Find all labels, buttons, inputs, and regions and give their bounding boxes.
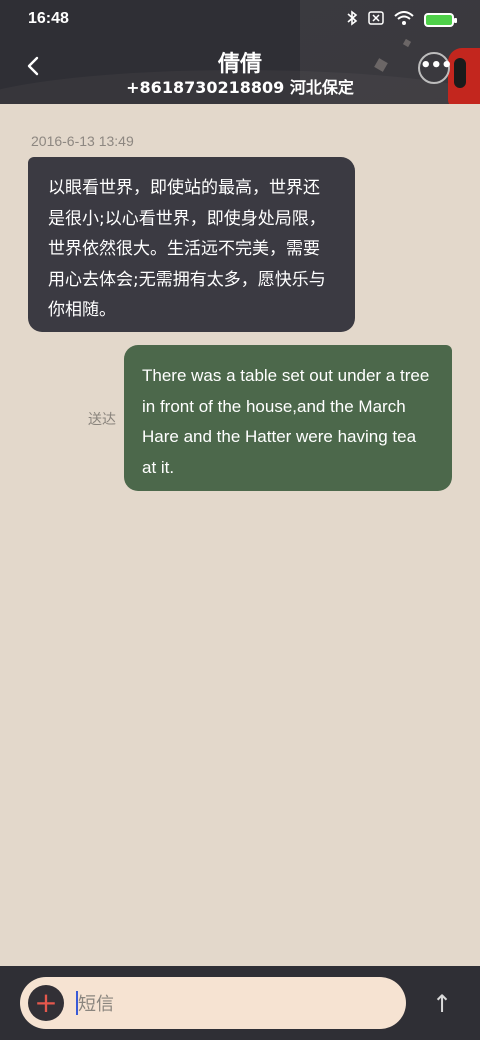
bluetooth-icon — [346, 10, 358, 30]
composer-bar: + 短信 ↑ — [0, 966, 480, 1040]
header-bar: 16:48 倩倩 +8618730218809 河北保定 ••• — [0, 0, 480, 104]
message-input[interactable]: + 短信 — [20, 977, 406, 1029]
contact-number: +8618730218809 河北保定 — [126, 78, 354, 97]
message-timestamp: 2016-6-13 13:49 — [31, 133, 134, 149]
battery-charging-icon — [424, 13, 457, 27]
sim-off-icon — [368, 11, 384, 29]
incoming-message-bubble[interactable]: 以眼看世界，即使站的最高，世界还是很小;以心看世界，即使身处局限，世界依然很大。… — [28, 157, 355, 332]
add-attachment-button[interactable]: + — [28, 985, 64, 1021]
status-time: 16:48 — [28, 10, 69, 27]
outgoing-message-bubble[interactable]: There was a table set out under a tree i… — [124, 345, 452, 491]
status-bar: 16:48 — [0, 0, 480, 40]
send-button[interactable]: ↑ — [428, 990, 456, 1018]
wifi-icon — [394, 10, 414, 30]
message-placeholder: 短信 — [78, 994, 114, 1015]
more-icon: ••• — [420, 55, 453, 76]
more-options-button[interactable]: ••• — [418, 52, 453, 84]
delivery-status: 送达 — [88, 412, 116, 428]
arrow-up-icon: ↑ — [431, 990, 453, 1018]
plus-icon: + — [34, 986, 58, 1019]
status-icons — [346, 10, 457, 30]
